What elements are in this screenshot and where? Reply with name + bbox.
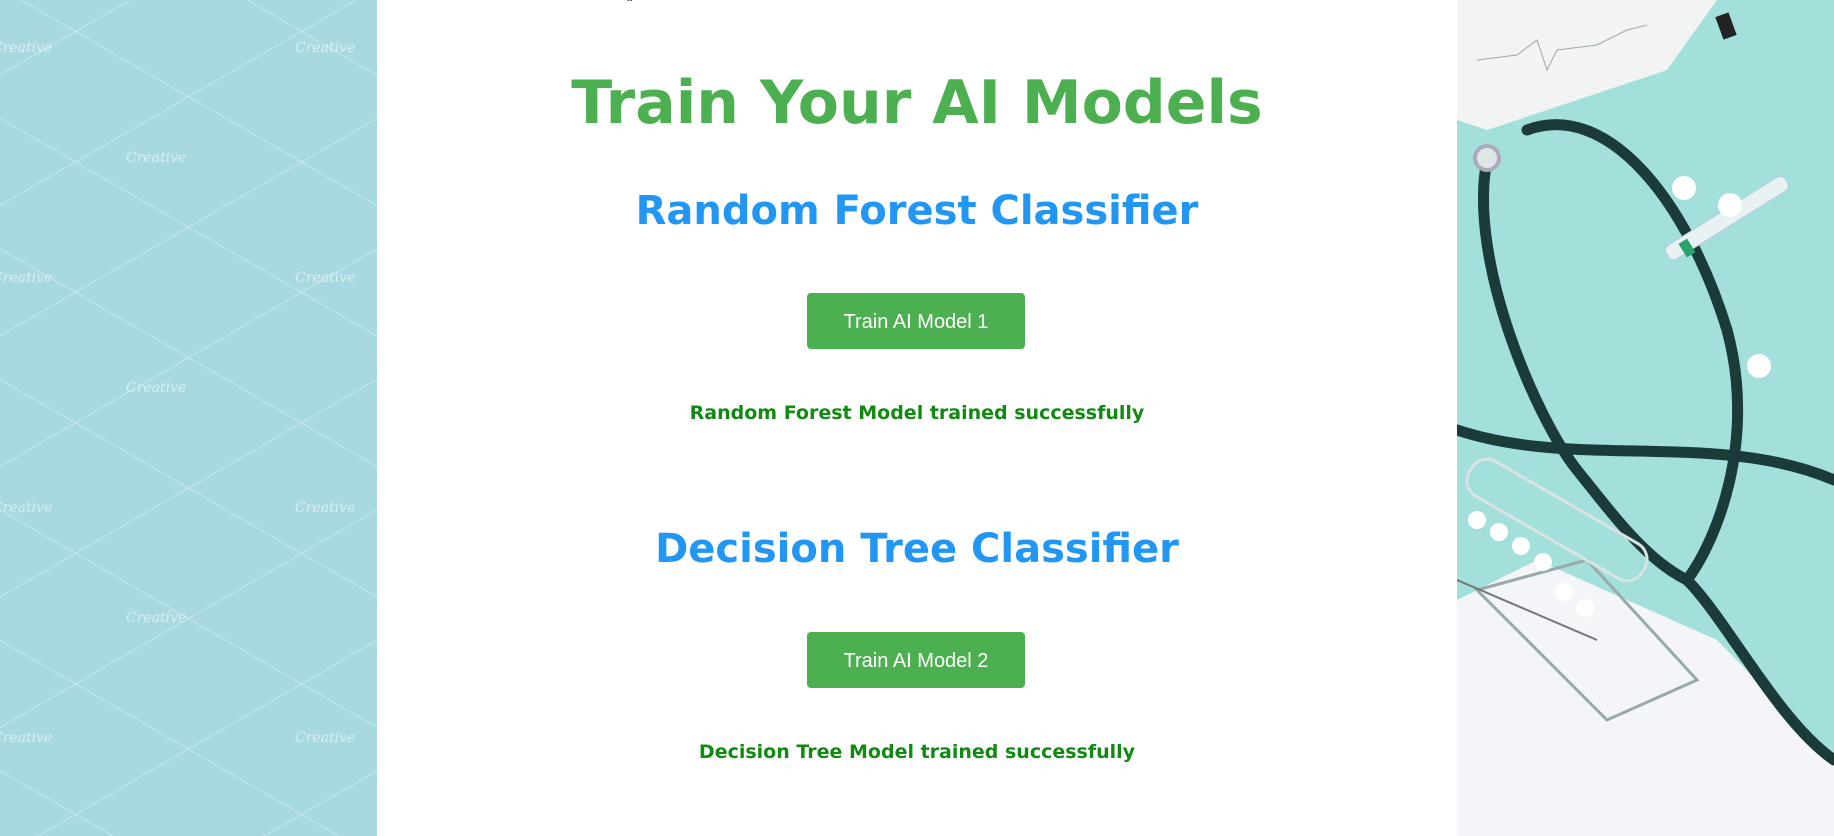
watermark-text: Creative	[0, 730, 53, 746]
right-background-photo	[1457, 0, 1834, 836]
watermark-text: Creative	[0, 40, 53, 56]
left-background: Creative Creative Creative Creative Crea…	[0, 0, 377, 836]
decision-tree-heading: Decision Tree Classifier	[655, 526, 1179, 572]
watermark-text: Creative	[295, 730, 356, 746]
watermark-text: Creative	[295, 500, 356, 516]
random-forest-status: Random Forest Model trained successfully	[689, 402, 1145, 424]
main-panel: y , Train Your AI Models Random Forest C…	[377, 0, 1457, 836]
watermark-text: Creative	[126, 380, 187, 396]
watermark-text: Creative	[126, 610, 187, 626]
medical-illustration	[1457, 0, 1834, 836]
watermark-text: Creative	[0, 270, 53, 286]
random-forest-heading: Random Forest Classifier	[635, 188, 1199, 234]
watermark-text: Creative	[126, 150, 187, 166]
watermark-text: Creative	[295, 40, 356, 56]
watermark-text: Creative	[0, 500, 53, 516]
decision-tree-status: Decision Tree Model trained successfully	[698, 741, 1136, 763]
train-model-2-button[interactable]: Train AI Model 2	[807, 632, 1025, 688]
train-model-1-button[interactable]: Train AI Model 1	[807, 293, 1025, 349]
clipped-text: y ,	[625, 0, 645, 1]
page-title: Train Your AI Models	[571, 68, 1263, 138]
watermark-text: Creative	[295, 270, 356, 286]
